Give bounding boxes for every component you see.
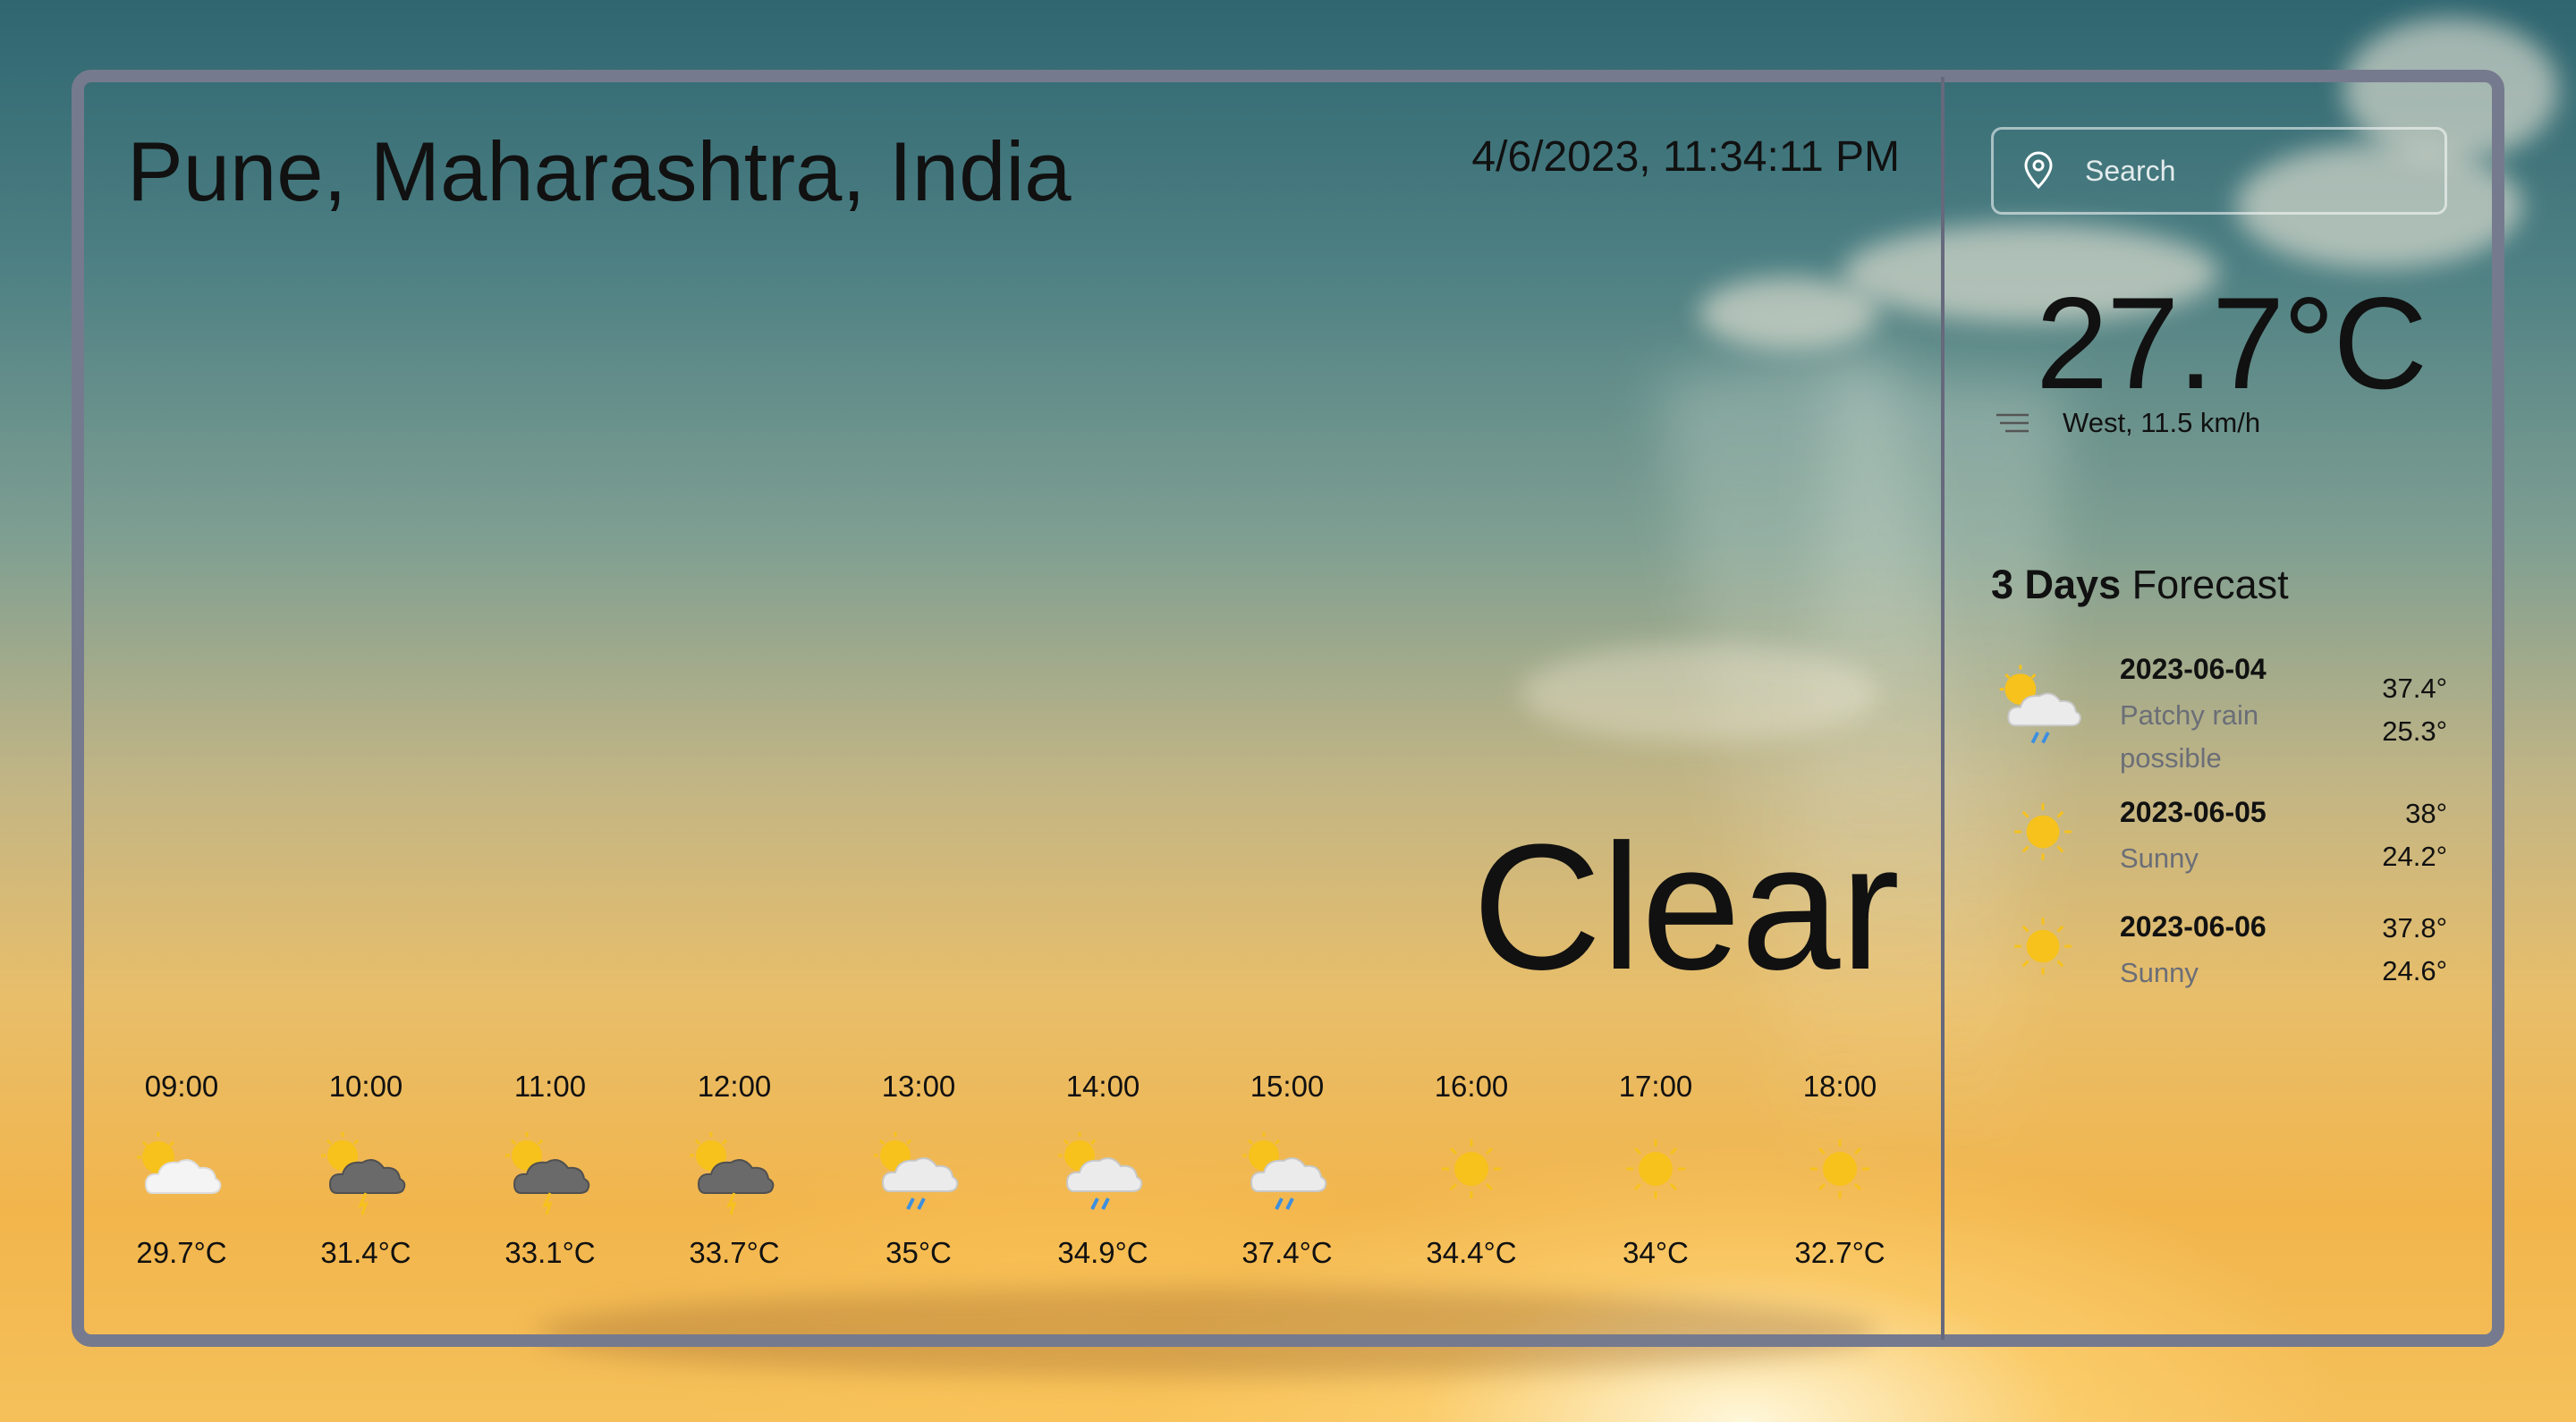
forecast-min-temp: 24.6° xyxy=(2382,955,2447,986)
thundery-outbreaks-icon xyxy=(690,1132,775,1215)
hourly-item: 15:00 37.4°C xyxy=(1195,1070,1379,1293)
wind-info: West, 11.5 km/h xyxy=(2063,407,2261,438)
hourly-time: 17:00 xyxy=(1618,1070,1693,1103)
hourly-time: 09:00 xyxy=(144,1070,219,1103)
hourly-temp: 31.4°C xyxy=(320,1236,411,1269)
hourly-temp: 29.7°C xyxy=(136,1236,227,1269)
forecast-title-bold: 3 Days xyxy=(1991,562,2122,607)
patchy-rain-icon xyxy=(1999,664,2081,744)
hourly-time: 18:00 xyxy=(1802,1070,1877,1103)
forecast-min-temp: 25.3° xyxy=(2382,715,2447,747)
hourly-item: 10:00 31.4°C xyxy=(274,1070,458,1293)
current-datetime: 4/6/2023, 11:34:11 PM xyxy=(1471,133,1900,181)
location-title: Pune, Maharashtra, India xyxy=(127,124,1072,218)
sunny-icon xyxy=(1442,1139,1501,1198)
forecast-date: 2023-06-04 xyxy=(2120,653,2267,685)
forecast-day: 2023-06-04 Patchy rain possible 37.4° 25… xyxy=(1991,653,2456,787)
current-temperature: 27.7°C xyxy=(2036,270,2428,416)
forecast-description: Patchy rain possible xyxy=(2120,699,2259,774)
sunny-icon xyxy=(2014,803,2072,860)
forecast-day: 2023-06-05 Sunny 38° 24.2° xyxy=(1991,796,2456,894)
forecast-day: 2023-06-06 Sunny 37.8° 24.6° xyxy=(1991,910,2456,1009)
hourly-temp: 35°C xyxy=(886,1236,952,1269)
current-condition: Clear xyxy=(1472,808,1900,1007)
hourly-item: 17:00 34°C xyxy=(1563,1070,1748,1293)
forecast-title-rest: Forecast xyxy=(2121,562,2289,607)
forecast-title: 3 Days Forecast xyxy=(1991,562,2289,608)
hourly-item: 09:00 29.7°C xyxy=(89,1070,274,1293)
hourly-temp: 34°C xyxy=(1623,1236,1689,1269)
search-box[interactable] xyxy=(1991,127,2447,215)
hourly-item: 14:00 34.9°C xyxy=(1011,1070,1195,1293)
search-input[interactable] xyxy=(2083,153,2409,189)
hourly-time: 10:00 xyxy=(328,1070,403,1103)
hourly-item: 11:00 33.1°C xyxy=(458,1070,642,1293)
sunny-icon xyxy=(2014,918,2072,975)
patchy-rain-icon xyxy=(1058,1132,1143,1210)
hourly-time: 13:00 xyxy=(881,1070,956,1103)
forecast-date: 2023-06-05 xyxy=(2120,796,2267,828)
hourly-temp: 33.7°C xyxy=(689,1236,780,1269)
thundery-outbreaks-icon xyxy=(321,1132,406,1215)
partly-cloudy-icon xyxy=(137,1132,222,1194)
forecast-max-temp: 37.4° xyxy=(2382,673,2447,704)
forecast-max-temp: 38° xyxy=(2405,798,2447,829)
thundery-outbreaks-icon xyxy=(505,1132,590,1215)
hourly-temp: 34.4°C xyxy=(1426,1236,1517,1269)
hourly-time: 12:00 xyxy=(697,1070,772,1103)
hourly-time: 15:00 xyxy=(1250,1070,1325,1103)
hourly-item: 13:00 35°C xyxy=(826,1070,1011,1293)
forecast-min-temp: 24.2° xyxy=(2382,841,2447,872)
location-pin-icon xyxy=(2024,151,2053,190)
hourly-time: 11:00 xyxy=(513,1070,587,1103)
forecast-description: Sunny xyxy=(2120,957,2199,988)
hourly-temp: 34.9°C xyxy=(1057,1236,1148,1269)
forecast-description: Sunny xyxy=(2120,842,2199,874)
hourly-temp: 37.4°C xyxy=(1241,1236,1333,1269)
patchy-rain-icon xyxy=(1242,1132,1327,1210)
hourly-item: 18:00 32.7°C xyxy=(1748,1070,1932,1293)
hourly-time: 16:00 xyxy=(1434,1070,1509,1103)
sunny-icon xyxy=(1626,1139,1685,1198)
hourly-forecast: 09:00 29.7°C 10:00 31.4°C 11:00 33.1°C 1… xyxy=(89,1070,1932,1293)
sunny-icon xyxy=(1810,1139,1869,1198)
hourly-item: 12:00 33.7°C xyxy=(642,1070,826,1293)
forecast-date: 2023-06-06 xyxy=(2120,910,2267,943)
panel-divider xyxy=(1941,77,1945,1340)
hourly-temp: 33.1°C xyxy=(504,1236,596,1269)
forecast-max-temp: 37.8° xyxy=(2382,912,2447,944)
patchy-rain-icon xyxy=(874,1132,959,1210)
wind-icon xyxy=(1996,413,2029,433)
hourly-temp: 32.7°C xyxy=(1794,1236,1885,1269)
hourly-item: 16:00 34.4°C xyxy=(1379,1070,1563,1293)
hourly-time: 14:00 xyxy=(1065,1070,1140,1103)
